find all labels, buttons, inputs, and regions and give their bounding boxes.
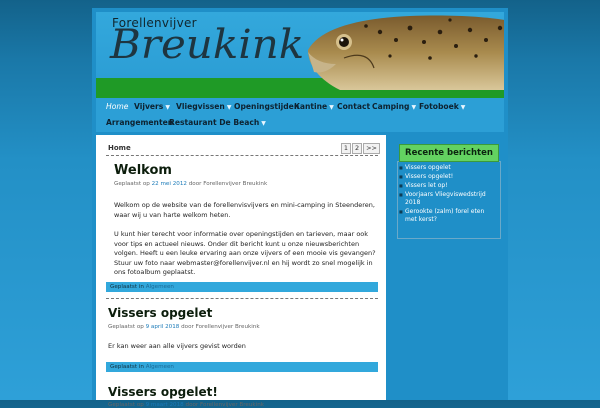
list-item: Vissers opgelet bbox=[399, 164, 495, 172]
divider bbox=[106, 298, 378, 299]
post-category-bar: Geplaatst in Algemeen bbox=[106, 282, 378, 292]
post-paragraph: Welkom op de website van de forellenvisv… bbox=[114, 201, 375, 219]
list-item: Gerookte (zalm) forel eten met kerst? bbox=[399, 208, 495, 224]
chevron-down-icon: ▼ bbox=[261, 120, 266, 127]
breadcrumb[interactable]: Home bbox=[108, 144, 131, 152]
list-item: Vissers opgelet! bbox=[399, 173, 495, 181]
main-navigation: Home Vijvers ▼ Vliegvissen ▼ Openingstijde… bbox=[96, 98, 504, 132]
brand-logo-text[interactable]: Breukink bbox=[110, 22, 304, 68]
post-date-link[interactable]: 9 april 2018 bbox=[146, 324, 180, 330]
post-date-link[interactable]: 9 maart 2018 bbox=[146, 402, 184, 408]
chevron-down-icon: ▼ bbox=[411, 104, 417, 111]
page-link-2[interactable]: 2 bbox=[351, 143, 363, 154]
post-title[interactable]: Vissers opgelet bbox=[108, 306, 212, 320]
trout-logo-image bbox=[308, 15, 504, 90]
category-link[interactable]: Algemeen bbox=[146, 284, 174, 290]
page-wrapper: Forellenvijver Breukink Home Vijvers ▼ V… bbox=[92, 8, 508, 408]
recent-posts-title: Recente berichten bbox=[399, 144, 499, 162]
nav-item-contact[interactable]: Contact bbox=[337, 102, 370, 111]
recent-post-link[interactable]: Vissers opgelet! bbox=[405, 173, 453, 180]
post-paragraph: U kunt hier terecht voor informatie over… bbox=[114, 230, 376, 276]
post-meta: Geplaatst op 9 april 2018 door Forellenv… bbox=[108, 324, 260, 330]
chevron-down-icon: ▼ bbox=[226, 104, 232, 111]
site-header: Forellenvijver Breukink bbox=[96, 12, 504, 98]
post-meta: Geplaatst op 22 mei 2012 door Forellenvi… bbox=[114, 181, 268, 187]
recent-posts-list: Vissers opgelet Vissers opgelet! Vissers… bbox=[399, 164, 495, 225]
chevron-down-icon: ▼ bbox=[329, 104, 334, 111]
nav-item-home[interactable]: Home bbox=[106, 102, 128, 111]
main-content: Home 1 2 >> Welkom Geplaatst op 22 mei 2… bbox=[96, 135, 386, 408]
chevron-down-icon: ▼ bbox=[460, 104, 466, 111]
list-item: Voorjaars Vliegviswedstrijd 2018 bbox=[399, 191, 495, 207]
sidebar: Recente berichten Vissers opgelet Visser… bbox=[397, 144, 501, 239]
page-link-next[interactable]: >> bbox=[363, 143, 380, 154]
nav-item-camping[interactable]: Camping ▼ bbox=[372, 102, 416, 111]
post-category-bar: Geplaatst in Algemeen bbox=[106, 362, 378, 372]
page-link-1[interactable]: 1 bbox=[340, 143, 351, 154]
post-title[interactable]: Vissers opgelet! bbox=[108, 385, 218, 399]
nav-item-kantine[interactable]: Kantine ▼ bbox=[294, 102, 334, 111]
recent-post-link[interactable]: Vissers let op! bbox=[405, 182, 448, 189]
pagination: 1 2 >> bbox=[340, 143, 380, 154]
post-title[interactable]: Welkom bbox=[114, 163, 172, 178]
divider bbox=[106, 155, 378, 156]
nav-item-openingstijden[interactable]: Openingstijden bbox=[234, 102, 299, 111]
recent-post-link[interactable]: Vissers opgelet bbox=[405, 164, 451, 171]
chevron-down-icon: ▼ bbox=[165, 104, 170, 111]
nav-item-vliegvissen[interactable]: Vliegvissen ▼ bbox=[176, 102, 231, 111]
nav-item-vijvers[interactable]: Vijvers ▼ bbox=[134, 102, 170, 111]
category-link[interactable]: Algemeen bbox=[146, 364, 174, 370]
recent-post-link[interactable]: Voorjaars Vliegviswedstrijd 2018 bbox=[405, 191, 486, 206]
post-meta: Geplaatst op 9 maart 2018 door Forellenv… bbox=[108, 402, 264, 408]
recent-post-link[interactable]: Gerookte (zalm) forel eten met kerst? bbox=[405, 208, 484, 223]
nav-item-arrangementen[interactable]: Arrangementen bbox=[106, 118, 173, 127]
nav-item-restaurant[interactable]: Restaurant De Beach ▼ bbox=[169, 118, 266, 127]
post-paragraph: Er kan weer aan alle vijvers gevist word… bbox=[108, 342, 246, 350]
list-item: Vissers let op! bbox=[399, 182, 495, 190]
nav-item-fotoboek[interactable]: Fotoboek ▼ bbox=[419, 102, 465, 111]
post-date-link[interactable]: 22 mei 2012 bbox=[152, 181, 187, 187]
